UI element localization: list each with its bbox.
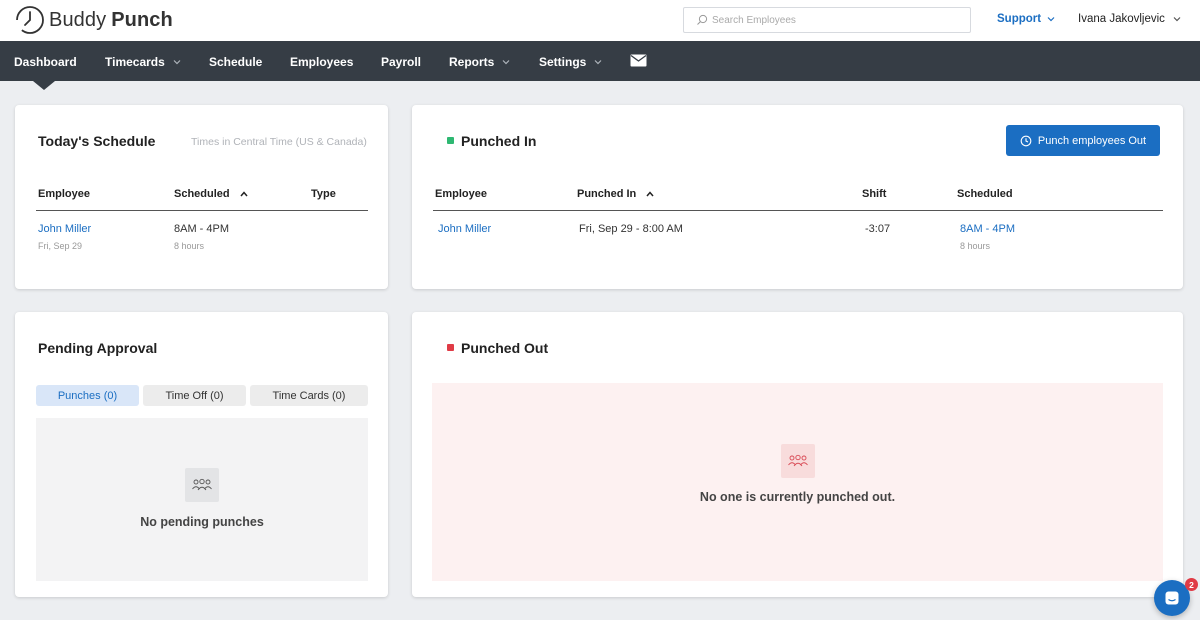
schedule-employee-link[interactable]: John Miller bbox=[38, 223, 91, 235]
schedule-col-employee[interactable]: Employee bbox=[38, 188, 90, 200]
schedule-col-type-label: Type bbox=[311, 188, 336, 200]
search-input[interactable] bbox=[712, 14, 952, 26]
support-menu[interactable]: Support bbox=[997, 13, 1055, 25]
schedule-header-divider bbox=[36, 210, 368, 211]
punched-out-empty-text: No one is currently punched out. bbox=[699, 490, 896, 504]
punch-employees-out-button[interactable]: Punch employees Out bbox=[1006, 125, 1160, 156]
punchin-time: Fri, Sep 29 - 8:00 AM bbox=[579, 223, 683, 235]
user-name: Ivana Jakovljevic bbox=[1078, 13, 1165, 25]
nav-reports[interactable]: Reports bbox=[449, 55, 510, 69]
schedule-employee-date: Fri, Sep 29 bbox=[38, 241, 83, 251]
nav-dashboard[interactable]: Dashboard bbox=[14, 55, 77, 69]
tab-punches[interactable]: Punches (0) bbox=[36, 385, 139, 406]
chat-icon bbox=[1165, 591, 1179, 605]
top-header: BuddyPunch Support Ivana Jakovljevic bbox=[0, 0, 1200, 41]
nav-messages[interactable] bbox=[630, 54, 647, 67]
nav-dashboard-label: Dashboard bbox=[14, 55, 77, 69]
notification-badge: 2 bbox=[1185, 578, 1198, 591]
timezone-note: Times in Central Time (US & Canada) bbox=[191, 136, 367, 148]
punched-in-title: Punched In bbox=[461, 133, 537, 149]
active-nav-pointer bbox=[33, 81, 55, 90]
nav-reports-label: Reports bbox=[449, 55, 495, 69]
nav-schedule-label: Schedule bbox=[209, 55, 263, 69]
chevron-down-icon bbox=[1047, 17, 1055, 22]
nav-schedule[interactable]: Schedule bbox=[209, 55, 262, 69]
punchin-header-divider bbox=[433, 210, 1163, 211]
nav-timecards[interactable]: Timecards bbox=[105, 55, 181, 69]
pending-empty-text: No pending punches bbox=[140, 515, 264, 529]
punched-out-status-dot bbox=[447, 344, 454, 351]
punchin-col-shift[interactable]: Shift bbox=[862, 188, 886, 200]
schedule-col-scheduled-label: Scheduled bbox=[174, 188, 230, 200]
clock-logo-icon bbox=[15, 6, 44, 34]
pending-approval-title: Pending Approval bbox=[38, 340, 158, 356]
schedule-col-scheduled[interactable]: Scheduled bbox=[174, 188, 248, 200]
nav-payroll[interactable]: Payroll bbox=[381, 55, 421, 69]
logo-text: Buddy Punch bbox=[49, 9, 173, 32]
punchin-scheduled-duration: 8 hours bbox=[960, 241, 991, 251]
nav-employees-label: Employees bbox=[290, 55, 354, 69]
logo-text-part2: Punch bbox=[111, 8, 173, 31]
support-label: Support bbox=[997, 13, 1042, 25]
schedule-shift-duration: 8 hours bbox=[174, 241, 205, 251]
people-icon bbox=[185, 468, 219, 502]
punchin-col-punched-in[interactable]: Punched In bbox=[577, 188, 654, 200]
punchin-col-shift-label: Shift bbox=[862, 188, 887, 200]
todays-schedule-title: Today's Schedule bbox=[38, 133, 156, 149]
punchin-col-scheduled[interactable]: Scheduled bbox=[957, 188, 1013, 200]
punched-out-title: Punched Out bbox=[461, 340, 549, 356]
tab-time-off[interactable]: Time Off (0) bbox=[143, 385, 246, 406]
chevron-down-icon bbox=[502, 60, 510, 65]
user-menu[interactable]: Ivana Jakovljevic bbox=[1078, 13, 1181, 25]
logo-text-part1: Buddy bbox=[49, 8, 107, 31]
search-employees[interactable] bbox=[683, 7, 971, 33]
buddy-punch-logo[interactable]: Buddy Punch bbox=[14, 4, 173, 36]
clock-icon bbox=[1020, 135, 1032, 146]
punchin-col-scheduled-label: Scheduled bbox=[957, 188, 1013, 200]
punched-out-empty-state bbox=[432, 383, 1163, 581]
chevron-down-icon bbox=[173, 60, 181, 65]
sort-ascending-icon bbox=[240, 191, 248, 197]
schedule-col-employee-label: Employee bbox=[38, 188, 90, 200]
punchin-employee-link[interactable]: John Miller bbox=[438, 223, 491, 235]
main-nav: Dashboard Timecards Schedule Employees P… bbox=[0, 41, 1200, 81]
nav-settings[interactable]: Settings bbox=[539, 55, 602, 69]
chevron-down-icon bbox=[594, 60, 602, 65]
schedule-shift-time: 8AM - 4PM bbox=[174, 223, 230, 235]
envelope-icon bbox=[630, 54, 647, 67]
punched-in-status-dot bbox=[447, 137, 454, 144]
punch-employees-out-label: Punch employees Out bbox=[1037, 134, 1147, 147]
punchin-scheduled-link[interactable]: 8AM - 4PM bbox=[960, 223, 1015, 235]
people-icon bbox=[781, 444, 815, 478]
punchin-col-employee[interactable]: Employee bbox=[435, 188, 487, 200]
tab-time-cards[interactable]: Time Cards (0) bbox=[250, 385, 368, 406]
nav-payroll-label: Payroll bbox=[381, 55, 422, 69]
schedule-col-type[interactable]: Type bbox=[311, 188, 336, 200]
nav-settings-label: Settings bbox=[539, 55, 587, 69]
chevron-down-icon bbox=[1173, 17, 1181, 22]
search-icon bbox=[697, 14, 708, 25]
sort-ascending-icon bbox=[646, 191, 654, 197]
punchin-col-punched-in-label: Punched In bbox=[577, 188, 637, 200]
nav-timecards-label: Timecards bbox=[105, 55, 165, 69]
punchin-shift-length: -3:07 bbox=[865, 223, 891, 235]
nav-employees[interactable]: Employees bbox=[290, 55, 353, 69]
punchin-col-employee-label: Employee bbox=[435, 188, 487, 200]
